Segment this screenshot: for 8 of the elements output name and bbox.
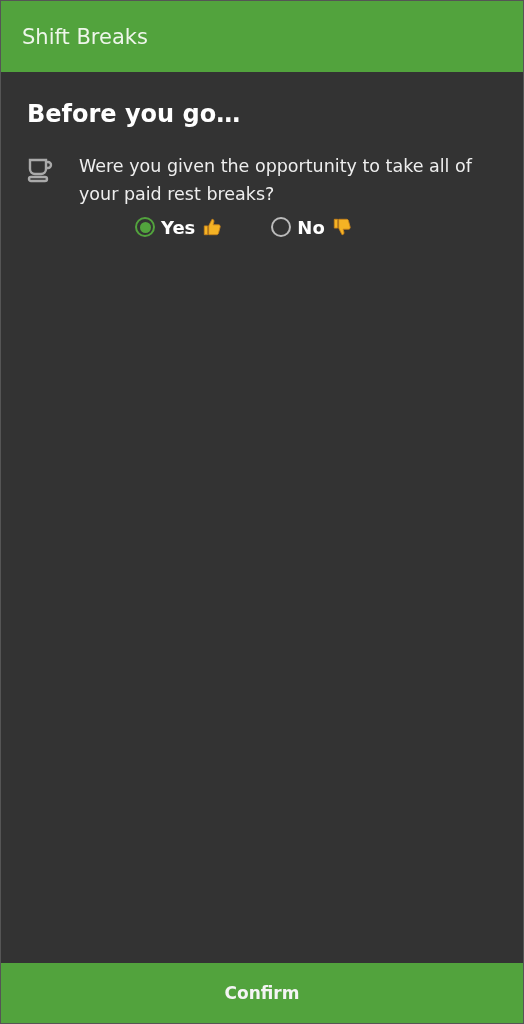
radio-option[interactable]: No bbox=[271, 216, 353, 238]
question-text: Were you given the opportunity to take all of your paid rest breaks? bbox=[79, 155, 474, 206]
radio-button[interactable] bbox=[271, 217, 292, 237]
thumbs-up-icon bbox=[201, 216, 224, 238]
radio-button[interactable] bbox=[135, 217, 155, 237]
radio-option[interactable]: Yes bbox=[135, 216, 224, 238]
app-title: Shift Breaks bbox=[22, 24, 148, 49]
heading: Before you go… bbox=[27, 100, 242, 128]
